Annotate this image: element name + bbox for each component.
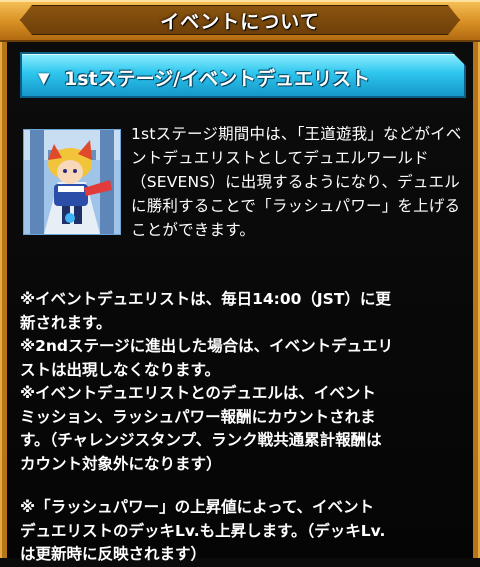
duelist-portrait-icon (24, 130, 120, 234)
note-item: ※2ndステージに進出した場合は、イベントデュエリ ストは出現しなくなります。 (20, 337, 394, 379)
note-item: ※「ラッシュパワー」の上昇値によって、イベント デュエリストのデッキLv.も上昇… (20, 498, 386, 563)
duelist-portrait-image (23, 129, 121, 235)
page-title: イベントについて (160, 11, 320, 33)
note-item: ※イベントデュエリストとのデュエルは、イベント ミッション、ラッシュパワー報酬に… (20, 384, 382, 473)
notes-list: ※イベントデュエリストは、毎日14:00（JST）に更 新されます。 ※2ndス… (20, 288, 472, 567)
triangle-down-icon: ▼ (38, 69, 50, 87)
lead-description: 1stステージ期間中は、「王道遊我」などがイベントデュエリストとしてデュエルワー… (131, 125, 462, 239)
note-item: ※イベントデュエリストは、毎日14:00（JST）に更 新されます。 (20, 290, 391, 332)
section-header-1st-stage[interactable]: ▼ 1stステージ/イベントデュエリスト (20, 52, 466, 98)
title-bar: イベントについて (0, 0, 480, 42)
section-header-label: 1stステージ/イベントデュエリスト (64, 68, 371, 90)
